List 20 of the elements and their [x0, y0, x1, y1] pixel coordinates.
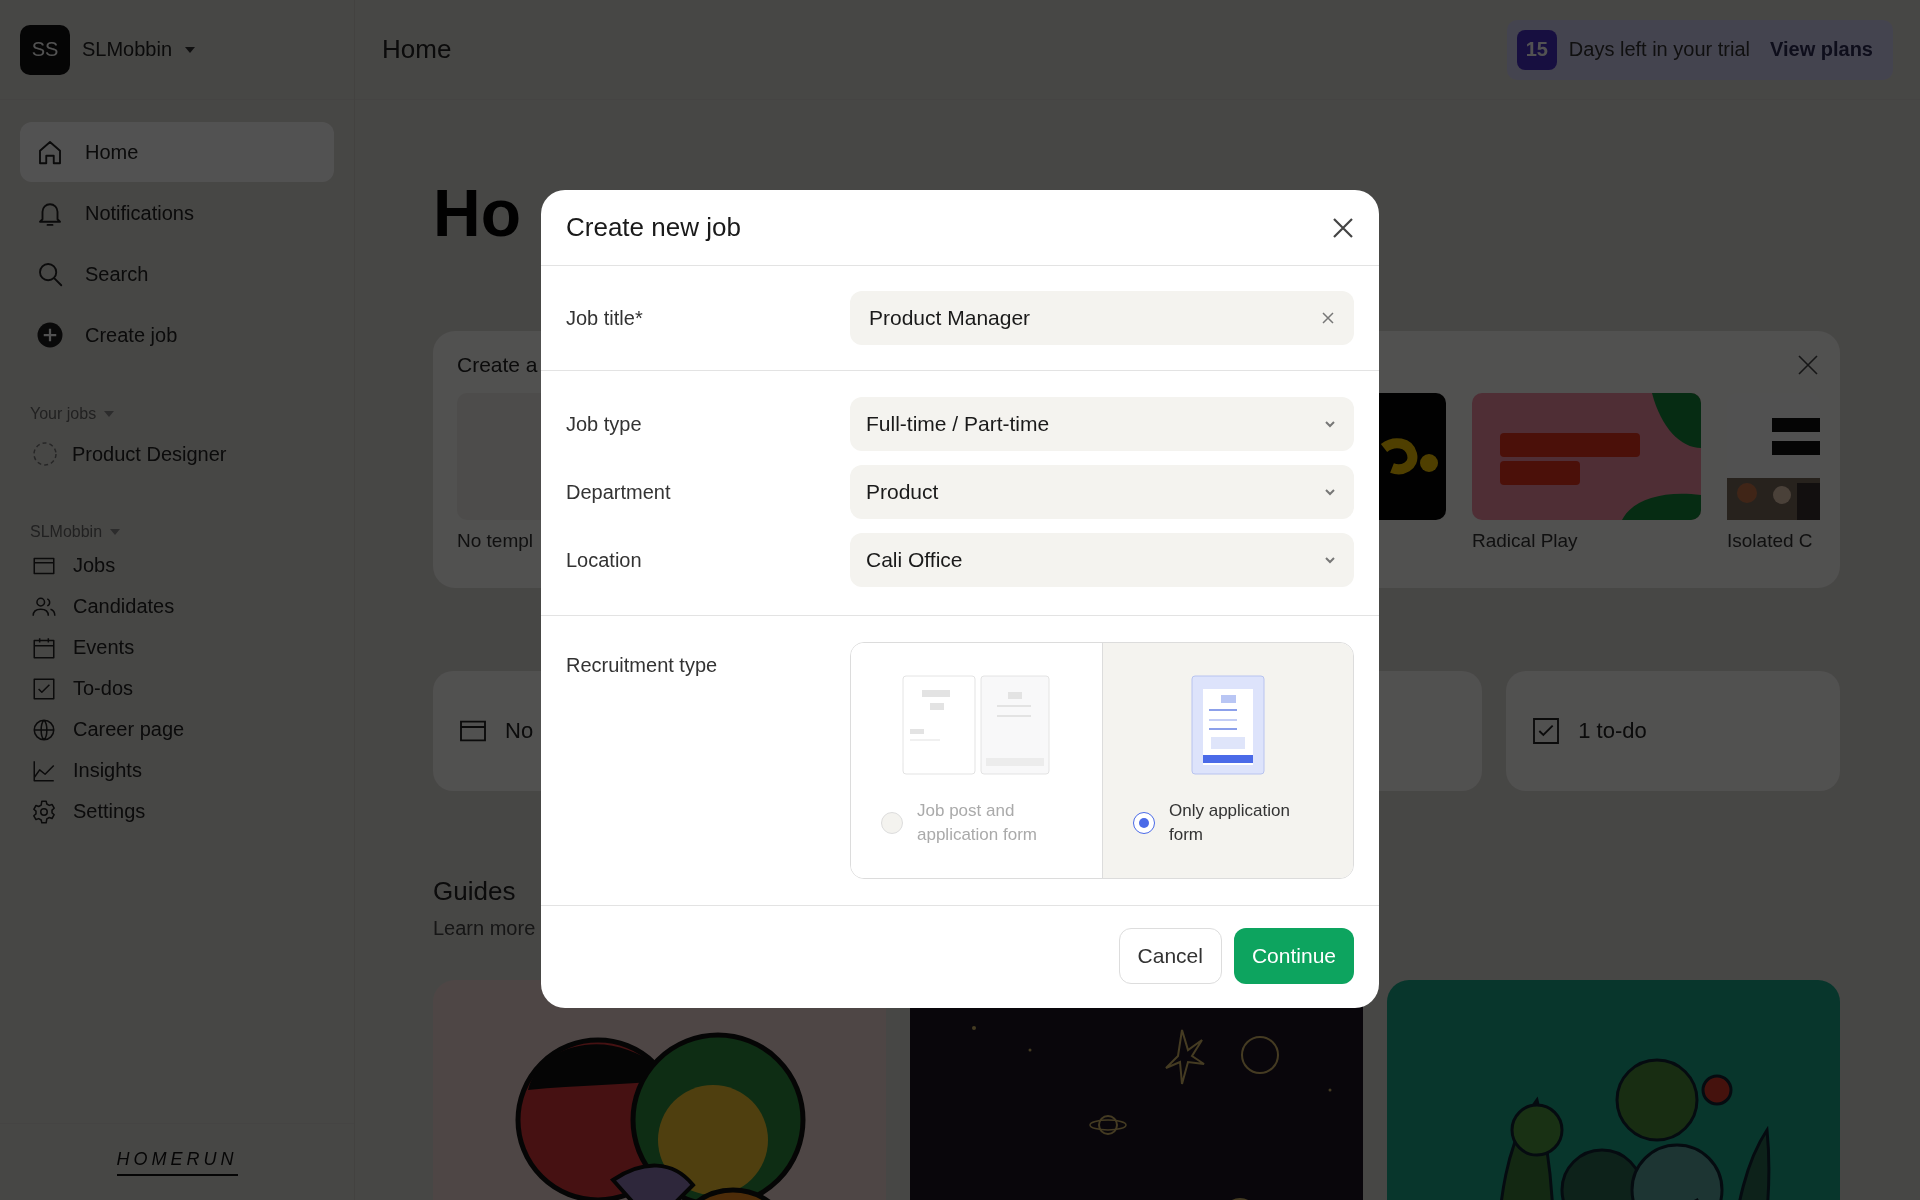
- template-label: Radical Play: [1472, 530, 1579, 552]
- template-label: Isolated C: [1727, 530, 1814, 552]
- days-badge: 15: [1516, 29, 1557, 70]
- field-label: Recruitment type: [566, 654, 719, 677]
- option-label: Job post and application form: [917, 800, 1038, 846]
- field-label: Job type: [566, 412, 643, 436]
- trial-text: Days left in your trial: [1568, 38, 1750, 61]
- stat-label: No: [505, 718, 534, 744]
- field-label: Job title*: [566, 306, 644, 330]
- field-label: Location: [566, 548, 643, 572]
- dialog-title: Create new job: [566, 212, 741, 243]
- stat-label: 1 to-do: [1578, 718, 1647, 744]
- logo: HOMERUN: [116, 1148, 238, 1176]
- option-label: Only application form: [1169, 800, 1291, 846]
- template-label: No templ: [457, 530, 535, 552]
- field-label: Department: [566, 480, 672, 504]
- card-title: Create a: [457, 353, 538, 377]
- page-title: Home: [382, 34, 452, 65]
- section-title: Guides: [433, 875, 517, 907]
- page-heading: Ho: [433, 180, 521, 246]
